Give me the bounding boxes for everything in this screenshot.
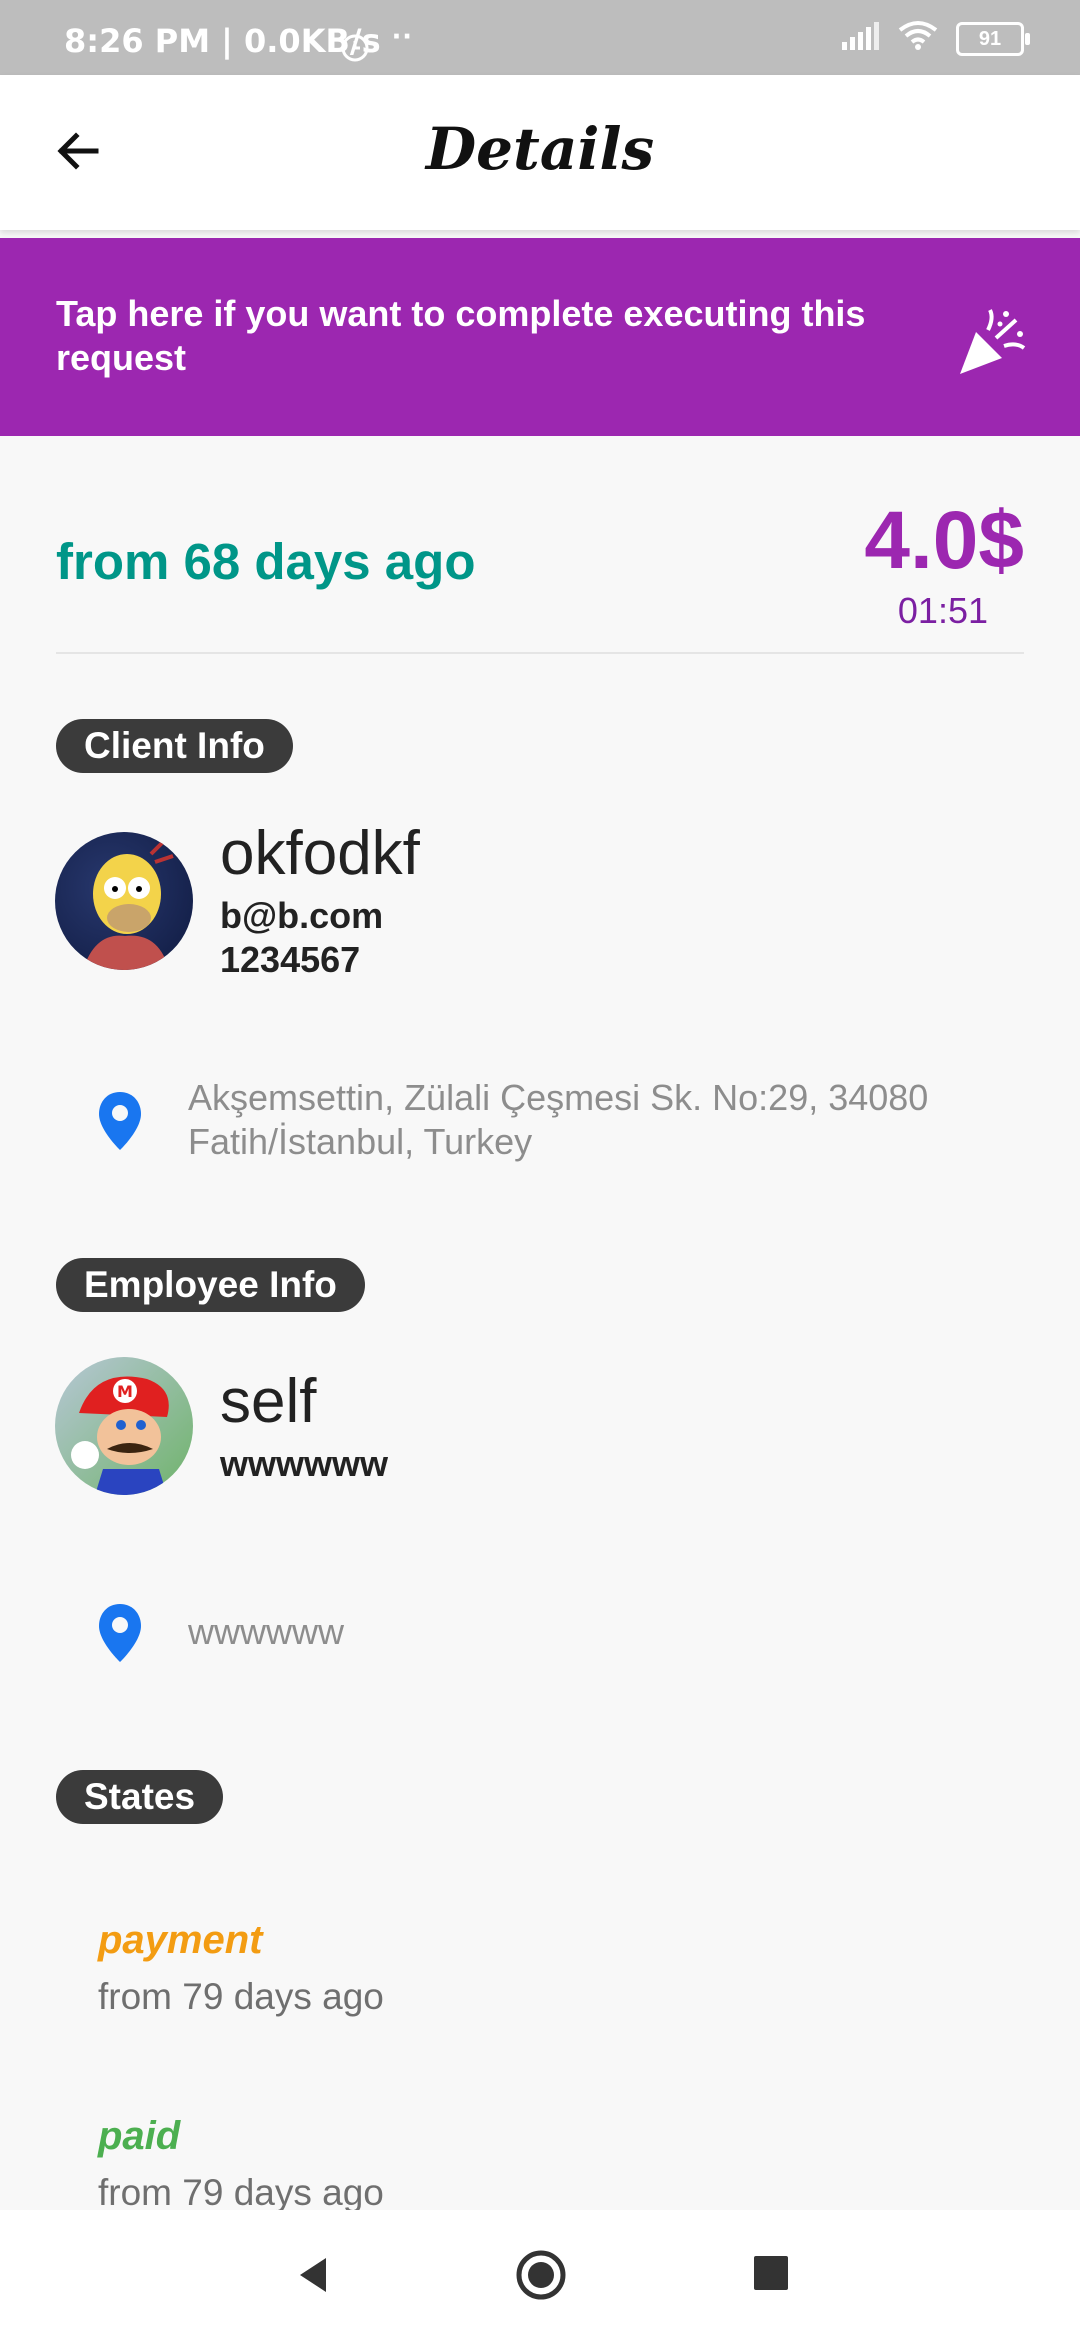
employee-detail: wwwwww xyxy=(220,1443,389,1484)
client-name: okfodkf xyxy=(220,819,420,888)
nav-home-icon[interactable] xyxy=(514,2250,566,2300)
employee-info-chip: Employee Info xyxy=(56,1258,365,1312)
client-avatar xyxy=(55,832,193,970)
price-time: 01:51 xyxy=(897,590,988,631)
divider xyxy=(56,652,1024,654)
battery-icon: 91 xyxy=(956,22,1030,56)
complete-request-banner[interactable]: Tap here if you want to complete executi… xyxy=(0,238,1080,436)
page-title: Details xyxy=(425,115,655,183)
employee-avatar: M xyxy=(55,1357,193,1495)
employee-name: self xyxy=(220,1367,317,1436)
battery-level: 91 xyxy=(978,27,1002,50)
client-info-chip: Client Info xyxy=(56,719,293,773)
alarm-icon xyxy=(338,30,372,72)
wifi-icon xyxy=(898,20,938,58)
signal-icon xyxy=(840,21,880,58)
svg-text:M: M xyxy=(117,1382,133,1401)
request-age: from 68 days ago xyxy=(56,533,476,590)
status-dots: ·· xyxy=(392,18,414,54)
app-bar: Details xyxy=(0,75,1080,230)
nav-back-icon[interactable] xyxy=(288,2250,338,2300)
system-nav-bar xyxy=(0,2210,1080,2340)
location-pin-icon xyxy=(96,1090,144,1152)
employee-address: wwwwww xyxy=(188,1611,344,1652)
price: 4.0$ xyxy=(864,495,1024,586)
client-address: Akşemsettin, Zülali Çeşmesi Sk. No:29, 3… xyxy=(188,1077,929,1162)
state-time-paid: from 79 days ago xyxy=(98,2172,384,2213)
nav-recents-icon[interactable] xyxy=(746,2250,796,2300)
states-chip: States xyxy=(56,1770,224,1824)
client-email: b@b.com xyxy=(220,895,384,936)
party-popper-icon xyxy=(954,308,1026,380)
state-time-payment: from 79 days ago xyxy=(98,1976,384,2017)
location-pin-icon xyxy=(96,1602,144,1664)
status-bar: 8:26 PM | 0.0KB/s ·· 91 xyxy=(0,0,1080,75)
status-time: 8:26 PM | 0.0KB/s xyxy=(64,22,381,60)
banner-text: Tap here if you want to complete executi… xyxy=(56,293,866,378)
client-phone: 1234567 xyxy=(220,939,361,980)
state-label-paid: paid xyxy=(98,2114,181,2158)
state-label-payment: payment xyxy=(98,1918,263,1962)
